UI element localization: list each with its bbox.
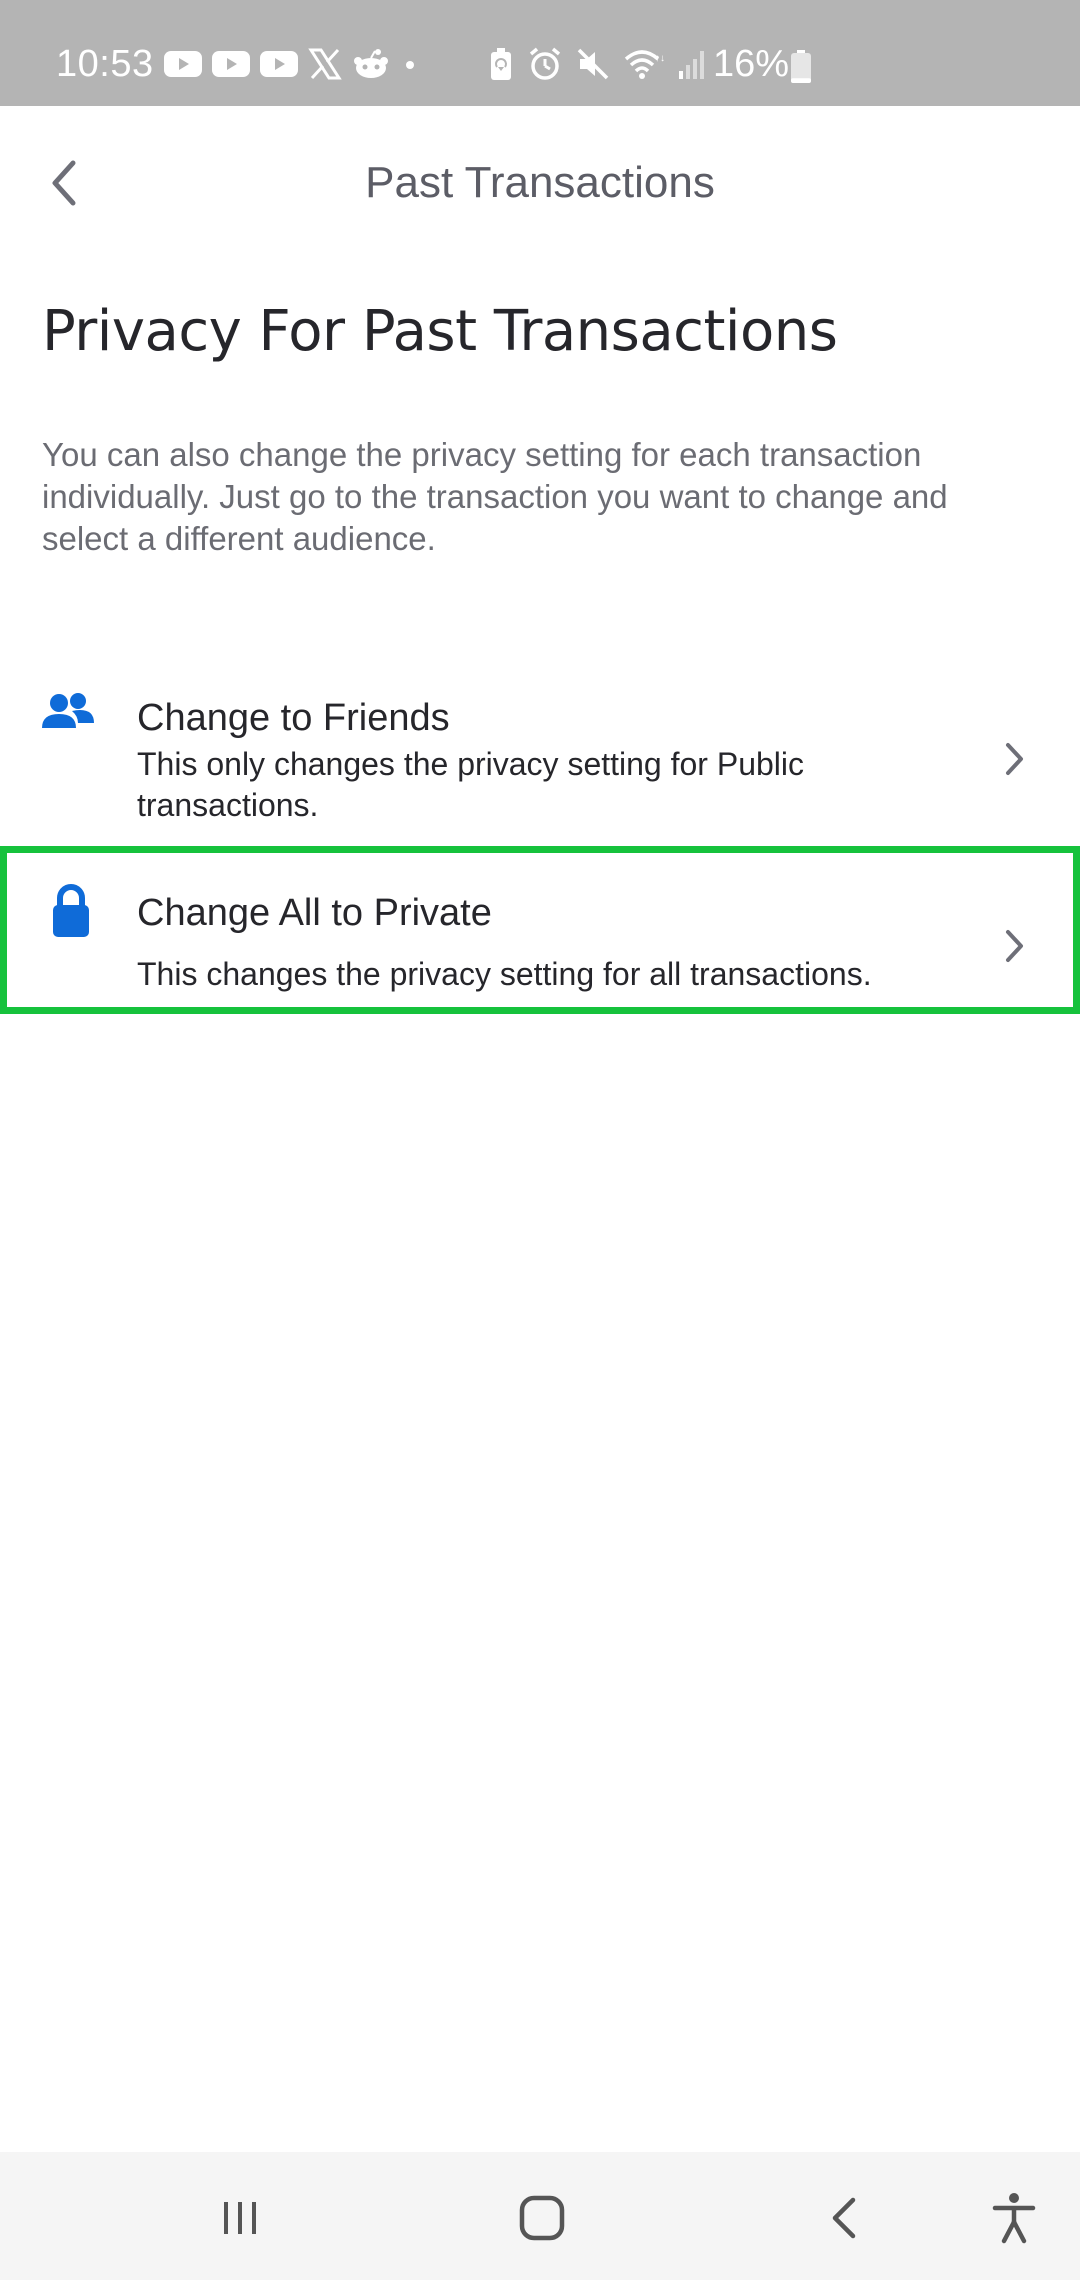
screen: 10:53 ↑↓ 16% Past Transactions Privacy F…	[0, 0, 1080, 2280]
option-title: Change to Friends	[137, 697, 450, 739]
mute-icon	[577, 48, 609, 80]
navigation-bar	[0, 2152, 1080, 2280]
chevron-right-icon	[1006, 930, 1023, 962]
youtube-icon	[260, 51, 298, 77]
x-icon	[308, 48, 342, 80]
recents-icon	[224, 2202, 256, 2234]
page-description: You can also change the privacy setting …	[42, 436, 948, 557]
youtube-icon	[164, 51, 202, 77]
option-subtitle: This only changes the privacy setting fo…	[137, 746, 804, 823]
svg-text:↑↓: ↑↓	[655, 53, 664, 64]
change-all-to-private-option[interactable]: Change All to Private This changes the p…	[0, 846, 1080, 1014]
wifi-icon: ↑↓	[624, 50, 664, 79]
page-title: Privacy For Past Transactions	[42, 299, 838, 364]
dot-icon	[406, 61, 414, 69]
battery-percent: 16%	[713, 43, 790, 85]
accessibility-icon	[992, 2193, 1036, 2244]
alarm-icon	[529, 47, 561, 80]
battery-icon	[791, 50, 811, 83]
battery-saver-icon	[491, 48, 511, 80]
youtube-icon	[212, 51, 250, 77]
chevron-right-icon	[1006, 743, 1023, 775]
option-subtitle: This changes the privacy setting for all…	[137, 956, 872, 992]
recents-button[interactable]	[210, 2188, 270, 2248]
change-to-friends-option[interactable]: Change to Friends This only changes the …	[0, 680, 1080, 840]
nav-back-button[interactable]	[814, 2188, 874, 2248]
signal-icon	[679, 51, 704, 79]
system-icons: ↑↓	[488, 46, 708, 82]
header-title: Past Transactions	[365, 158, 715, 207]
lock-icon	[53, 884, 89, 937]
accessibility-button[interactable]	[984, 2188, 1044, 2248]
home-icon	[519, 2195, 565, 2241]
status-time: 10:53	[56, 43, 154, 85]
status-bar: 10:53 ↑↓ 16%	[0, 0, 1080, 106]
reddit-icon	[354, 49, 388, 78]
option-title: Change All to Private	[137, 892, 492, 934]
home-button[interactable]	[512, 2188, 572, 2248]
notification-icons	[164, 46, 420, 82]
friends-icon	[42, 693, 94, 728]
back-icon	[832, 2197, 856, 2239]
